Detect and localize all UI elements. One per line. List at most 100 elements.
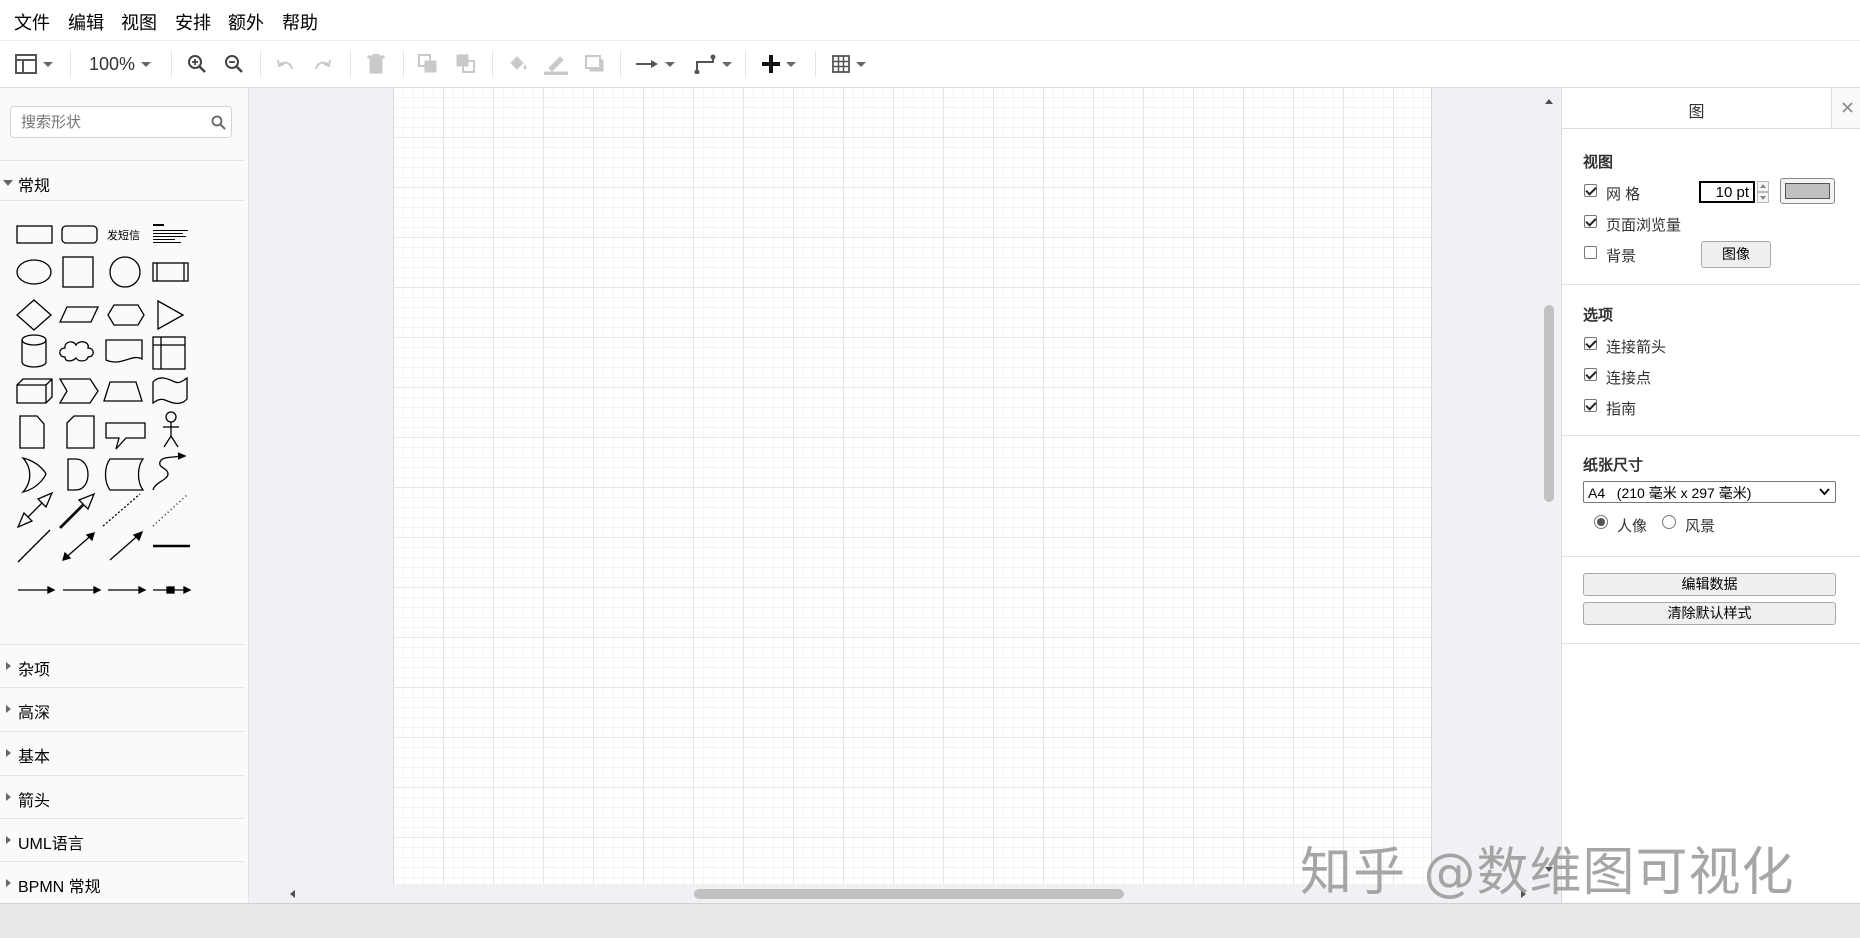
search-box: [10, 106, 232, 138]
clear-default-style-button[interactable]: 清除默认样式: [1583, 602, 1836, 625]
section-label: 箭头: [18, 793, 51, 810]
landscape-label: 风景: [1685, 518, 1716, 535]
chevron-down-icon: [1819, 488, 1830, 496]
panel-tab-title: 图: [1688, 104, 1705, 121]
collapse-triangle-icon: [6, 879, 11, 887]
zoom-out-button[interactable]: [219, 41, 249, 87]
close-panel-button[interactable]: [1831, 88, 1860, 129]
menu-view[interactable]: 视图: [121, 9, 157, 35]
grid-checkbox[interactable]: [1584, 184, 1597, 197]
collapse-triangle-icon: [6, 793, 11, 801]
section-general[interactable]: 常规: [0, 160, 244, 201]
background-checkbox[interactable]: [1584, 246, 1597, 259]
layout-button[interactable]: [12, 41, 56, 87]
table-icon: [832, 55, 850, 73]
waypoints-button[interactable]: [688, 41, 738, 87]
search-input[interactable]: [19, 113, 203, 132]
panel-tab-diagram[interactable]: 图: [1562, 88, 1831, 129]
canvas-vertical-scrollbar-thumb[interactable]: [1544, 305, 1554, 502]
diagram-page[interactable]: [393, 88, 1432, 884]
shape-tape: [152, 376, 188, 405]
grid-size-input[interactable]: 10 pt: [1699, 181, 1755, 203]
menu-file[interactable]: 文件: [14, 9, 50, 35]
connection-arrows-label: 连接箭头: [1606, 339, 1667, 356]
zoom-dropdown[interactable]: 100%: [84, 41, 156, 87]
guides-checkbox[interactable]: [1584, 399, 1597, 412]
portrait-radio[interactable]: [1594, 515, 1608, 529]
paper-size-select[interactable]: A4 (210 毫米 x 297 毫米): [1583, 481, 1836, 503]
undo-icon: [277, 59, 293, 70]
to-back-button[interactable]: [451, 41, 481, 87]
shape-bidirectional-arrow: [16, 491, 54, 529]
section-arrows[interactable]: 箭头: [0, 775, 244, 818]
canvas-scroll-up-icon[interactable]: [1544, 97, 1554, 105]
status-bar: [0, 903, 1860, 938]
shape-document: [105, 339, 143, 363]
section-uml[interactable]: UML语言: [0, 818, 244, 861]
to-front-icon: [418, 54, 437, 73]
insert-icon: [762, 55, 780, 73]
background-image-button[interactable]: 图像: [1701, 241, 1771, 268]
section-bpmn-general[interactable]: BPMN 常规: [0, 861, 244, 903]
section-label: 高深: [18, 705, 51, 722]
canvas-scroll-left-icon[interactable]: [288, 889, 296, 899]
page-view-label: 页面浏览量: [1606, 217, 1682, 234]
page-view-checkbox[interactable]: [1584, 215, 1597, 228]
grid-color-swatch: [1785, 183, 1830, 199]
shape-rounded-rectangle: [61, 225, 98, 244]
grid-size-spinner[interactable]: [1757, 181, 1769, 203]
connection-arrows-checkbox[interactable]: [1584, 337, 1597, 350]
shape-card: [66, 415, 95, 449]
fill-color-button[interactable]: [503, 41, 533, 87]
shadow-button[interactable]: [580, 41, 610, 87]
delete-icon: [367, 54, 385, 74]
portrait-label: 人像: [1617, 518, 1648, 535]
grid-color-button[interactable]: [1780, 178, 1835, 204]
section-advanced[interactable]: 高深: [0, 687, 244, 730]
watermark: 知乎 @数维图可视化: [1300, 843, 1795, 903]
zoom-out-icon: [225, 55, 243, 73]
section-basic[interactable]: 基本: [0, 731, 244, 774]
shape-hexagon: [107, 304, 145, 326]
section-label: UML语言: [18, 836, 84, 853]
section-label: BPMN 常规: [18, 879, 101, 896]
menu-edit[interactable]: 编辑: [68, 9, 104, 35]
shape-diamond: [16, 299, 52, 331]
search-icon[interactable]: [211, 115, 226, 130]
redo-icon: [315, 59, 331, 70]
shape-note: [19, 415, 45, 449]
shape-dashed-line: [102, 493, 141, 527]
shape-triangle: [157, 299, 185, 331]
insert-button[interactable]: [755, 41, 803, 87]
menu-extras[interactable]: 额外: [228, 9, 264, 35]
connection-button[interactable]: [630, 41, 680, 87]
to-front-button[interactable]: [413, 41, 443, 87]
shape-delay: [67, 458, 89, 491]
table-button[interactable]: [825, 41, 873, 87]
shape-actor: [163, 411, 179, 448]
section-label: 常规: [18, 178, 51, 195]
shape-process: [152, 262, 189, 282]
landscape-radio[interactable]: [1662, 515, 1676, 529]
redo-button[interactable]: [308, 41, 338, 87]
edit-data-button[interactable]: 编辑数据: [1583, 573, 1836, 596]
shape-line: [17, 529, 51, 563]
delete-button[interactable]: [361, 41, 391, 87]
undo-button[interactable]: [270, 41, 300, 87]
shape-circle: [109, 256, 141, 288]
menu-help[interactable]: 帮助: [282, 9, 318, 35]
section-misc[interactable]: 杂项: [0, 644, 244, 687]
view-section-title: 视图: [1583, 154, 1614, 171]
connection-points-checkbox[interactable]: [1584, 368, 1597, 381]
zoom-in-button[interactable]: [182, 41, 212, 87]
expand-triangle-icon: [3, 180, 13, 186]
menu-bar: 文件 编辑 视图 安排 额外 帮助: [0, 0, 1860, 41]
shape-cloud: [59, 341, 94, 362]
guides-label: 指南: [1606, 401, 1637, 418]
menu-arrange[interactable]: 安排: [175, 9, 211, 35]
shape-sidebar: 常规: [0, 88, 249, 903]
canvas-horizontal-scrollbar-thumb[interactable]: [694, 889, 1124, 899]
collapse-triangle-icon: [6, 836, 11, 844]
line-color-button[interactable]: [541, 41, 571, 87]
shape-arrow: [59, 492, 96, 529]
